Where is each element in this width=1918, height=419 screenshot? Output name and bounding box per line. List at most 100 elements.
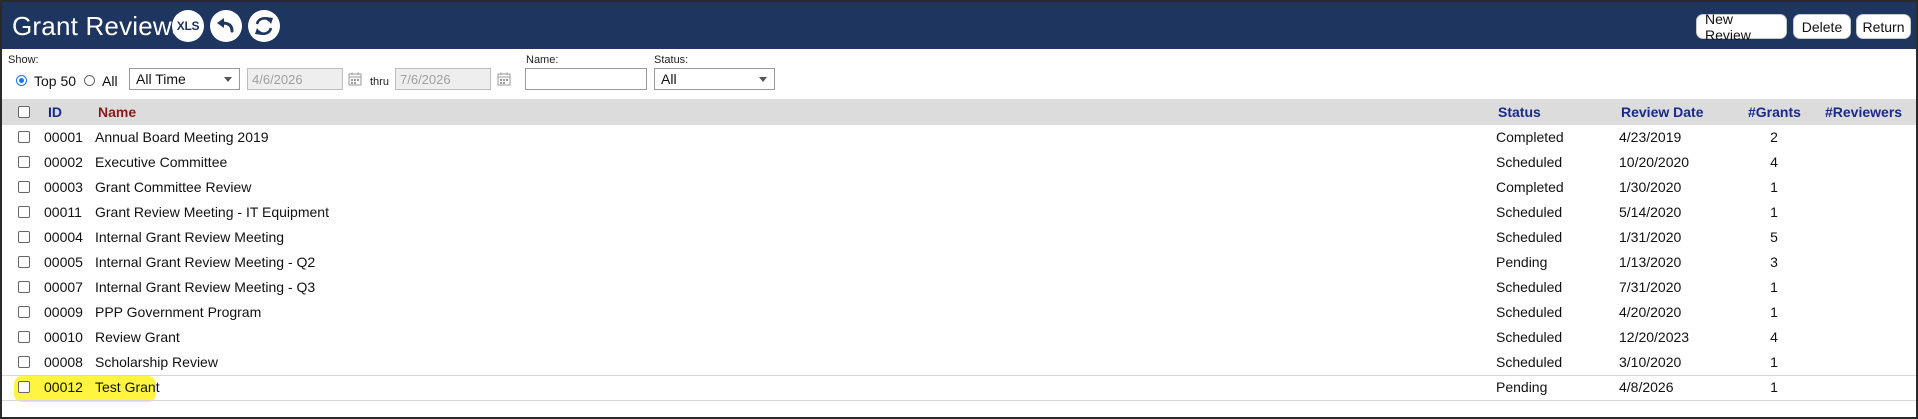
chevron-down-icon xyxy=(224,77,232,82)
row-id: 00004 xyxy=(44,229,83,245)
grant-reviews-window: Grant Reviews XLS New Review Delete Retu… xyxy=(0,0,1918,419)
row-status: Scheduled xyxy=(1496,154,1563,170)
calendar-icon[interactable] xyxy=(348,72,362,86)
row-review-date: 4/8/2026 xyxy=(1619,379,1674,395)
row-checkbox[interactable] xyxy=(18,156,30,168)
table-row[interactable]: 00001 Annual Board Meeting 2019 Complete… xyxy=(2,125,1916,151)
row-checkbox[interactable] xyxy=(18,306,30,318)
row-id: 00005 xyxy=(44,254,83,270)
row-checkbox[interactable] xyxy=(18,381,30,393)
row-review-date: 1/30/2020 xyxy=(1619,179,1682,195)
row-checkbox[interactable] xyxy=(18,131,30,143)
xls-export-icon: XLS xyxy=(176,19,200,33)
column-header-status[interactable]: Status xyxy=(1498,104,1541,120)
undo-button[interactable] xyxy=(210,10,242,42)
column-header-reviewers[interactable]: #Reviewers xyxy=(1825,104,1902,120)
row-checkbox[interactable] xyxy=(18,206,30,218)
top50-label[interactable]: Top 50 xyxy=(34,73,76,89)
table-row[interactable]: 00009 PPP Government Program Scheduled 4… xyxy=(2,300,1916,326)
column-header-name[interactable]: Name xyxy=(98,104,136,120)
table-row[interactable]: 00003 Grant Committee Review Completed 1… xyxy=(2,175,1916,201)
chevron-down-icon xyxy=(759,77,767,82)
row-review-date: 3/10/2020 xyxy=(1619,354,1682,370)
row-review-date: 1/31/2020 xyxy=(1619,229,1682,245)
row-name[interactable]: Annual Board Meeting 2019 xyxy=(95,129,269,145)
show-label: Show: xyxy=(8,54,39,66)
status-select[interactable]: All xyxy=(654,68,775,90)
row-name[interactable]: Grant Review Meeting - IT Equipment xyxy=(95,204,329,220)
row-checkbox[interactable] xyxy=(18,356,30,368)
row-checkbox[interactable] xyxy=(18,231,30,243)
header-bar: Grant Reviews XLS New Review Delete Retu… xyxy=(2,2,1916,49)
name-search-input[interactable] xyxy=(525,68,647,90)
row-grants: 4 xyxy=(1770,329,1778,345)
table-header: ID Name Status Review Date #Grants #Revi… xyxy=(2,99,1916,125)
row-grants: 1 xyxy=(1770,379,1778,395)
all-radio[interactable] xyxy=(84,75,95,86)
table-row[interactable]: 00007 Internal Grant Review Meeting - Q3… xyxy=(2,275,1916,301)
all-label[interactable]: All xyxy=(102,73,118,89)
top50-radio[interactable] xyxy=(16,75,27,86)
page-title: Grant Reviews xyxy=(12,11,186,41)
table-row[interactable]: 00008 Scholarship Review Scheduled 3/10/… xyxy=(2,350,1916,376)
time-range-select[interactable]: All Time xyxy=(129,68,240,90)
calendar-icon[interactable] xyxy=(497,72,511,86)
row-name[interactable]: Internal Grant Review Meeting xyxy=(95,229,284,245)
undo-icon xyxy=(217,18,234,33)
column-header-grants[interactable]: #Grants xyxy=(1748,104,1801,120)
row-id: 00011 xyxy=(44,204,82,220)
row-name[interactable]: Scholarship Review xyxy=(95,354,218,370)
row-name[interactable]: Review Grant xyxy=(95,329,180,345)
row-status: Scheduled xyxy=(1496,304,1563,320)
row-name[interactable]: Internal Grant Review Meeting - Q3 xyxy=(95,279,315,295)
return-button[interactable]: Return xyxy=(1856,14,1911,39)
row-name[interactable]: Test Grant xyxy=(95,379,160,395)
row-checkbox[interactable] xyxy=(18,281,30,293)
status-label: Status: xyxy=(654,54,689,66)
to-date-input[interactable]: 7/6/2026 xyxy=(395,68,491,90)
table-row[interactable]: 00004 Internal Grant Review Meeting Sche… xyxy=(2,225,1916,251)
row-grants: 1 xyxy=(1770,204,1778,220)
row-status: Scheduled xyxy=(1496,279,1563,295)
refresh-icon xyxy=(255,17,273,35)
row-status: Scheduled xyxy=(1496,204,1563,220)
row-id: 00008 xyxy=(44,354,83,370)
table-row[interactable]: 00011 Grant Review Meeting - IT Equipmen… xyxy=(2,200,1916,226)
row-id: 00001 xyxy=(44,129,83,145)
delete-button[interactable]: Delete xyxy=(1793,14,1851,39)
row-status: Scheduled xyxy=(1496,229,1563,245)
xls-export-button[interactable]: XLS xyxy=(172,10,204,42)
row-checkbox[interactable] xyxy=(18,181,30,193)
table-row[interactable]: 00002 Executive Committee Scheduled 10/2… xyxy=(2,150,1916,176)
row-review-date: 7/31/2020 xyxy=(1619,279,1682,295)
row-name[interactable]: Executive Committee xyxy=(95,154,227,170)
row-grants: 1 xyxy=(1770,354,1778,370)
row-grants: 4 xyxy=(1770,154,1778,170)
row-review-date: 1/13/2020 xyxy=(1619,254,1682,270)
row-checkbox[interactable] xyxy=(18,331,30,343)
select-all-checkbox[interactable] xyxy=(18,106,30,118)
row-name[interactable]: PPP Government Program xyxy=(95,304,261,320)
row-name[interactable]: Grant Committee Review xyxy=(95,179,251,195)
table-row[interactable]: 00012 Test Grant Pending 4/8/2026 1 xyxy=(2,375,1916,401)
row-status: Pending xyxy=(1496,379,1548,395)
table-row[interactable]: 00010 Review Grant Scheduled 12/20/2023 … xyxy=(2,325,1916,351)
thru-label: thru xyxy=(370,76,389,88)
row-checkbox[interactable] xyxy=(18,256,30,268)
column-header-review-date[interactable]: Review Date xyxy=(1621,104,1703,120)
row-review-date: 10/20/2020 xyxy=(1619,154,1690,170)
row-status: Pending xyxy=(1496,254,1548,270)
row-review-date: 5/14/2020 xyxy=(1619,204,1682,220)
row-status: Completed xyxy=(1496,129,1564,145)
row-id: 00010 xyxy=(44,329,83,345)
from-date-input[interactable]: 4/6/2026 xyxy=(247,68,343,90)
row-review-date: 4/23/2019 xyxy=(1619,129,1682,145)
row-id: 00002 xyxy=(44,154,83,170)
row-grants: 5 xyxy=(1770,229,1778,245)
refresh-button[interactable] xyxy=(248,10,280,42)
new-review-button[interactable]: New Review xyxy=(1696,11,1787,43)
column-header-id[interactable]: ID xyxy=(48,104,62,120)
status-select-value: All xyxy=(661,71,677,87)
table-row[interactable]: 00005 Internal Grant Review Meeting - Q2… xyxy=(2,250,1916,276)
row-name[interactable]: Internal Grant Review Meeting - Q2 xyxy=(95,254,315,270)
